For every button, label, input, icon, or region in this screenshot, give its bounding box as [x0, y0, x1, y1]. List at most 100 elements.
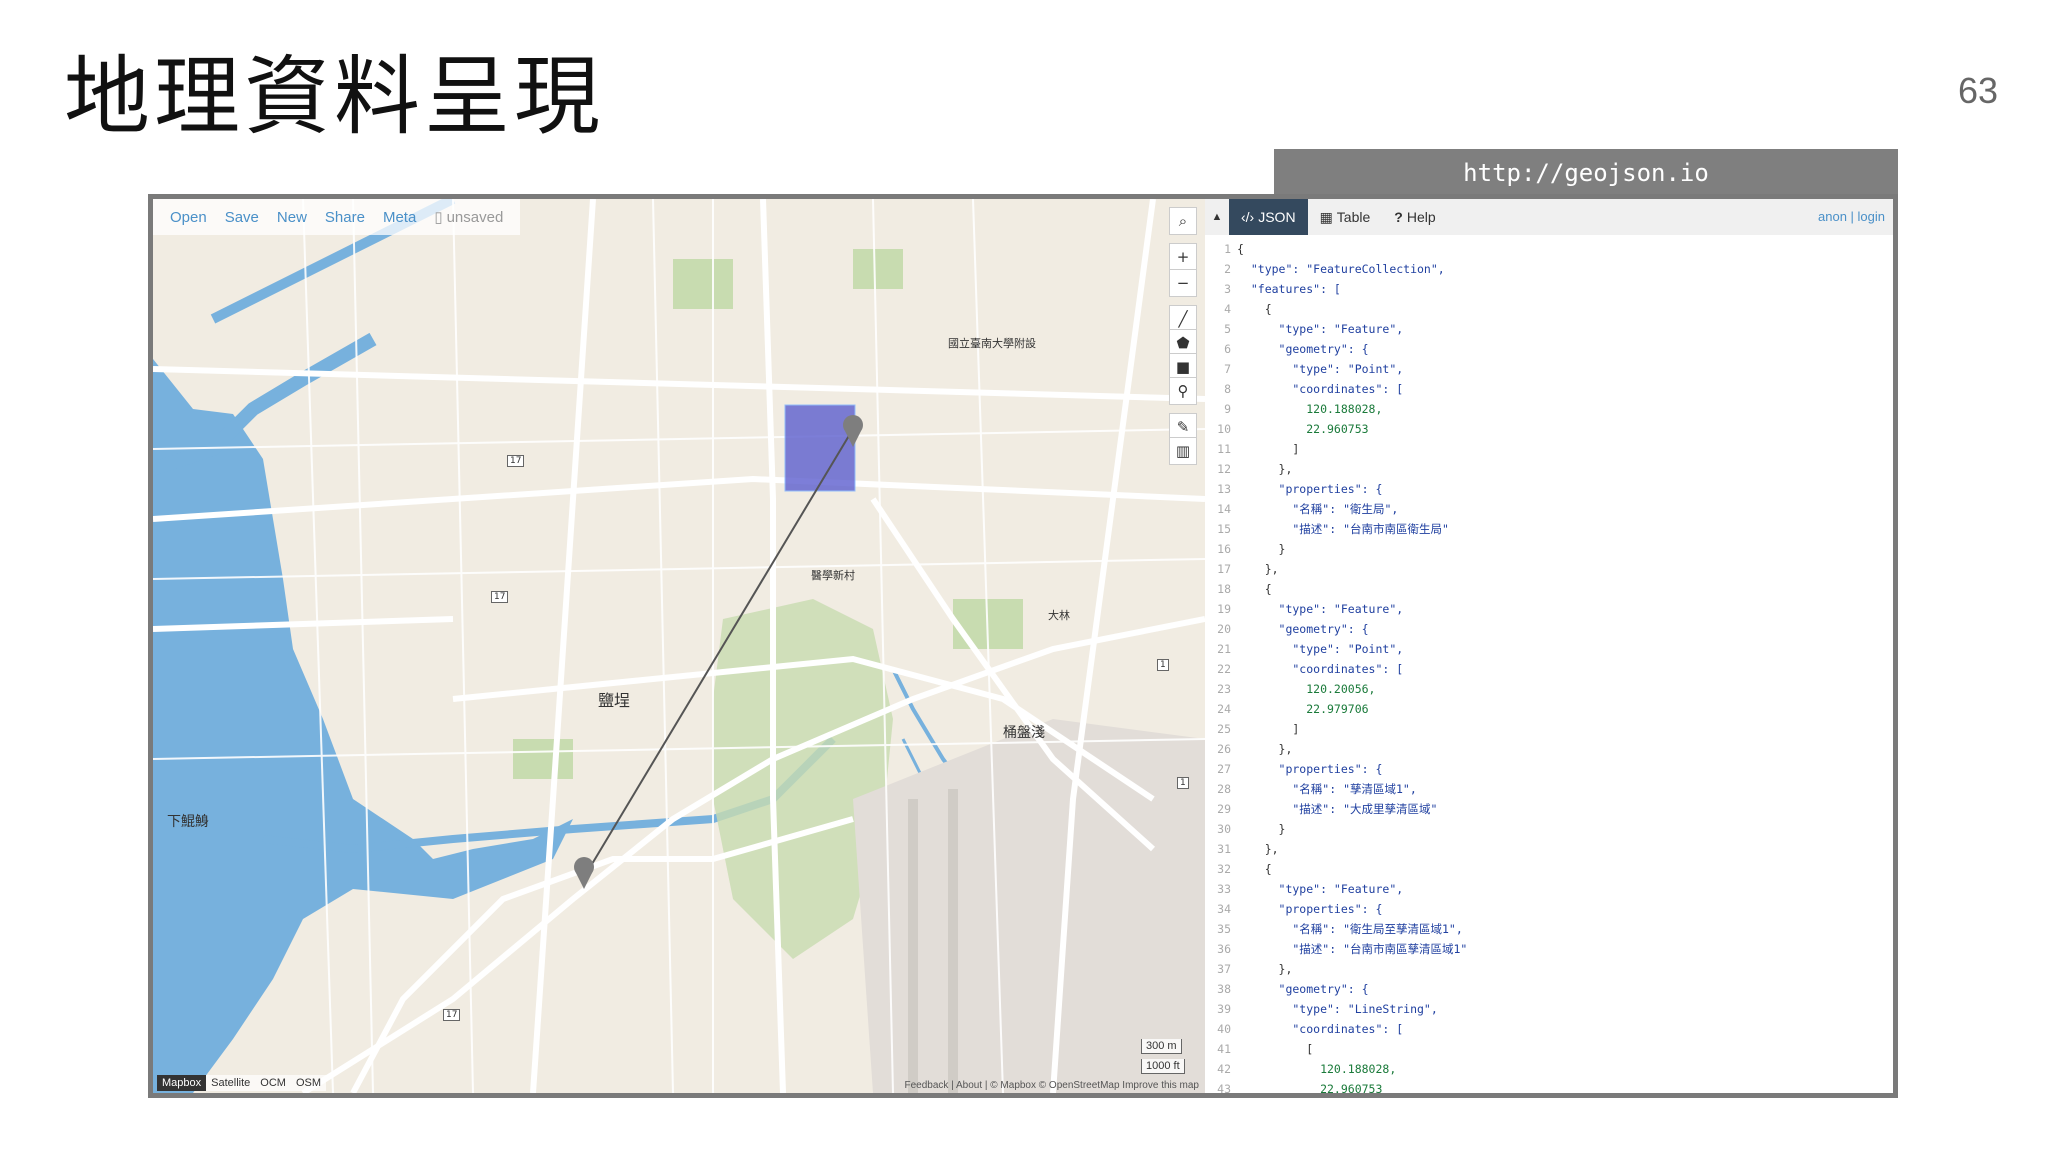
code-text: {	[1237, 302, 1272, 316]
code-line[interactable]: 23 120.20056,	[1205, 679, 1893, 699]
code-line[interactable]: 41 [	[1205, 1039, 1893, 1059]
code-line[interactable]: 15 "描述": "台南市南區衛生局"	[1205, 519, 1893, 539]
code-line[interactable]: 33 "type": "Feature",	[1205, 879, 1893, 899]
code-line[interactable]: 1{	[1205, 239, 1893, 259]
save-button[interactable]: Save	[216, 209, 268, 226]
url-label: http://geojson.io	[1274, 149, 1898, 197]
code-line[interactable]: 11 ]	[1205, 439, 1893, 459]
tab-table[interactable]: ▦ Table	[1308, 199, 1383, 235]
code-text: },	[1237, 742, 1293, 756]
scale-bar-feet: 1000 ft	[1141, 1059, 1185, 1074]
meta-button[interactable]: Meta	[374, 209, 425, 226]
draw-marker-icon[interactable]: ⚲	[1169, 377, 1197, 405]
code-line[interactable]: 21 "type": "Point",	[1205, 639, 1893, 659]
code-text: [	[1237, 1042, 1314, 1056]
json-editor[interactable]: 1{2 "type": "FeatureCollection", 3 "featu…	[1205, 239, 1893, 1096]
search-map-icon[interactable]: ⌕	[1169, 207, 1197, 235]
code-line[interactable]: 36 "描述": "台南市南區孳清區域1"	[1205, 939, 1893, 959]
code-text: "描述": "台南市南區衛生局"	[1237, 522, 1449, 536]
code-line[interactable]: 38 "geometry": {	[1205, 979, 1893, 999]
code-line[interactable]: 12 },	[1205, 459, 1893, 479]
line-number: 38	[1217, 982, 1231, 996]
code-text: },	[1237, 562, 1279, 576]
code-line[interactable]: 9 120.188028,	[1205, 399, 1893, 419]
slide-title: 地理資料呈現	[64, 47, 604, 147]
map-toolbar: Open Save New Share Meta ▯ unsaved	[153, 199, 521, 235]
layer-satellite[interactable]: Satellite	[206, 1075, 256, 1091]
code-text: "type": "Feature",	[1237, 322, 1404, 336]
code-text: ]	[1237, 442, 1300, 456]
code-line[interactable]: 14 "名稱": "衛生局",	[1205, 499, 1893, 519]
layer-switcher: Mapbox Satellite OCM OSM	[157, 1075, 327, 1091]
airport-area	[853, 719, 1205, 1093]
line-number: 19	[1217, 602, 1231, 616]
zoom-in-button[interactable]: +	[1169, 243, 1197, 271]
line-number: 34	[1217, 902, 1231, 916]
code-text: }	[1237, 822, 1286, 836]
code-line[interactable]: 3 "features": [	[1205, 279, 1893, 299]
code-line[interactable]: 39 "type": "LineString",	[1205, 999, 1893, 1019]
code-line[interactable]: 6 "geometry": {	[1205, 339, 1893, 359]
code-line[interactable]: 2 "type": "FeatureCollection",	[1205, 259, 1893, 279]
code-line[interactable]: 43 22.960753	[1205, 1079, 1893, 1096]
code-text: "type": "Feature",	[1237, 882, 1404, 896]
code-line[interactable]: 10 22.960753	[1205, 419, 1893, 439]
code-line[interactable]: 34 "properties": {	[1205, 899, 1893, 919]
open-button[interactable]: Open	[161, 209, 216, 226]
map-canvas[interactable]	[153, 199, 1205, 1093]
code-line[interactable]: 35 "名稱": "衛生局至孳清區域1",	[1205, 919, 1893, 939]
code-line[interactable]: 31 },	[1205, 839, 1893, 859]
code-line[interactable]: 18 {	[1205, 579, 1893, 599]
code-text: "geometry": {	[1237, 982, 1369, 996]
line-number: 20	[1217, 622, 1231, 636]
code-line[interactable]: 19 "type": "Feature",	[1205, 599, 1893, 619]
map-attribution[interactable]: Feedback | About | © Mapbox © OpenStreet…	[904, 1080, 1199, 1091]
code-line[interactable]: 16 }	[1205, 539, 1893, 559]
code-line[interactable]: 17 },	[1205, 559, 1893, 579]
tab-json[interactable]: ‹/› JSON	[1229, 199, 1308, 235]
line-number: 43	[1217, 1082, 1231, 1096]
code-line[interactable]: 4 {	[1205, 299, 1893, 319]
line-number: 13	[1217, 482, 1231, 496]
code-line[interactable]: 8 "coordinates": [	[1205, 379, 1893, 399]
code-line[interactable]: 28 "名稱": "孳清區域1",	[1205, 779, 1893, 799]
map-view[interactable]: Open Save New Share Meta ▯ unsaved 鹽埕 桶盤淺…	[153, 199, 1205, 1093]
line-number: 15	[1217, 522, 1231, 536]
code-text: "type": "FeatureCollection",	[1237, 262, 1445, 276]
help-icon: ?	[1394, 209, 1403, 225]
delete-layers-icon[interactable]: ▥	[1169, 437, 1197, 465]
line-number: 37	[1217, 962, 1231, 976]
code-line[interactable]: 7 "type": "Point",	[1205, 359, 1893, 379]
code-text: "type": "Point",	[1237, 362, 1404, 376]
code-line[interactable]: 13 "properties": {	[1205, 479, 1893, 499]
collapse-caret-icon[interactable]: ▲	[1205, 211, 1229, 223]
new-button[interactable]: New	[268, 209, 316, 226]
code-text: "type": "LineString",	[1237, 1002, 1438, 1016]
code-line[interactable]: 20 "geometry": {	[1205, 619, 1893, 639]
code-text: "描述": "大成里孳清區域"	[1237, 802, 1438, 816]
code-line[interactable]: 27 "properties": {	[1205, 759, 1893, 779]
share-button[interactable]: Share	[316, 209, 374, 226]
code-line[interactable]: 32 {	[1205, 859, 1893, 879]
code-line[interactable]: 40 "coordinates": [	[1205, 1019, 1893, 1039]
code-line[interactable]: 29 "描述": "大成里孳清區域"	[1205, 799, 1893, 819]
code-line[interactable]: 26 },	[1205, 739, 1893, 759]
line-number: 28	[1217, 782, 1231, 796]
auth-links[interactable]: anon | login	[1818, 209, 1885, 224]
code-line[interactable]: 30 }	[1205, 819, 1893, 839]
layer-osm[interactable]: OSM	[290, 1075, 327, 1091]
code-line[interactable]: 24 22.979706	[1205, 699, 1893, 719]
line-number: 35	[1217, 922, 1231, 936]
selected-area	[784, 404, 856, 492]
tab-help[interactable]: ? Help	[1382, 199, 1447, 235]
code-line[interactable]: 22 "coordinates": [	[1205, 659, 1893, 679]
zoom-out-button[interactable]: −	[1169, 269, 1197, 297]
code-line[interactable]: 5 "type": "Feature",	[1205, 319, 1893, 339]
code-line[interactable]: 42 120.188028,	[1205, 1059, 1893, 1079]
code-line[interactable]: 37 },	[1205, 959, 1893, 979]
code-line[interactable]: 25 ]	[1205, 719, 1893, 739]
line-number: 42	[1217, 1062, 1231, 1076]
layer-ocm[interactable]: OCM	[255, 1075, 291, 1091]
layer-mapbox[interactable]: Mapbox	[157, 1075, 207, 1091]
code-text: },	[1237, 462, 1293, 476]
